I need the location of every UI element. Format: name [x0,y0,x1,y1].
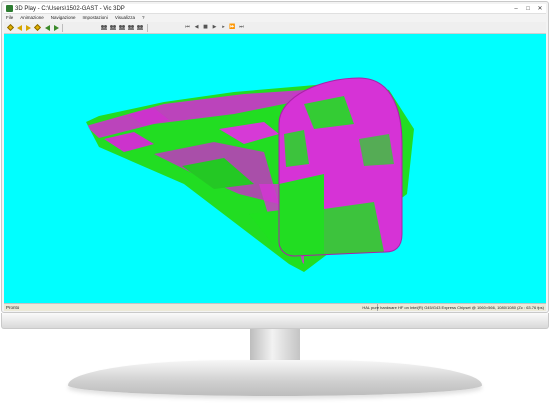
status-ready-text: Pronto [6,305,20,310]
menu-visualizza[interactable]: Visualizza [115,14,135,22]
tunnel-face [279,78,402,256]
people-icon-2[interactable] [109,24,116,31]
toolbar-separator [147,24,148,32]
people-icon-1[interactable] [100,24,107,31]
monitor-chin [1,313,549,329]
fast-forward-icon[interactable]: ⏩ [229,24,236,31]
people-icon-4[interactable] [127,24,134,31]
minimize-button[interactable]: – [511,5,521,13]
title-bar: 3D Play - C:\Users\1502-GAST - Vic 3DP –… [4,4,546,14]
prev-green-icon[interactable] [44,24,51,31]
arrow-right-icon[interactable] [25,24,32,31]
maximize-button[interactable]: □ [523,5,533,13]
menu-file[interactable]: File [6,14,13,22]
status-renderer-info: HAL pure hardware HF on Intel(R) G45/G43… [362,305,544,310]
skip-end-icon[interactable]: ⏭ [238,24,245,31]
window-controls: – □ ✕ [511,5,545,13]
toolbar-separator [62,24,63,32]
window-title: 3D Play - C:\Users\1502-GAST - Vic 3DP [15,6,125,12]
3d-viewport[interactable] [4,34,546,303]
tunnel-render [86,77,414,272]
next-green-icon[interactable] [53,24,60,31]
menu-navigazione[interactable]: Navigazione [51,14,76,22]
diamond-left-icon[interactable] [6,23,15,32]
play-icon[interactable]: ▶ [211,24,218,31]
rewind-start-icon[interactable]: ⏮ [184,24,191,31]
monitor-stand-base [68,360,482,396]
menu-bar: File Animazione Navigazione Impostazioni… [4,14,546,22]
arrow-left-icon[interactable] [16,24,23,31]
step-forward-icon[interactable]: ▸ [220,24,227,31]
close-button[interactable]: ✕ [535,5,545,13]
menu-help[interactable]: ? [142,14,145,22]
app-icon [6,5,13,12]
people-icon-3[interactable] [118,24,125,31]
status-bar: Pronto HAL pure hardware HF on Intel(R) … [4,303,546,311]
toolbar: ⏮ ◀ ■ ▶ ▸ ⏩ ⏭ [4,22,546,34]
diamond-right-icon[interactable] [33,23,42,32]
people-icon-5[interactable] [136,24,143,31]
menu-animazione[interactable]: Animazione [20,14,44,22]
application-window: 3D Play - C:\Users\1502-GAST - Vic 3DP –… [4,4,546,311]
menu-impostazioni[interactable]: Impostazioni [83,14,108,22]
stop-icon[interactable]: ■ [202,24,209,31]
step-back-icon[interactable]: ◀ [193,24,200,31]
